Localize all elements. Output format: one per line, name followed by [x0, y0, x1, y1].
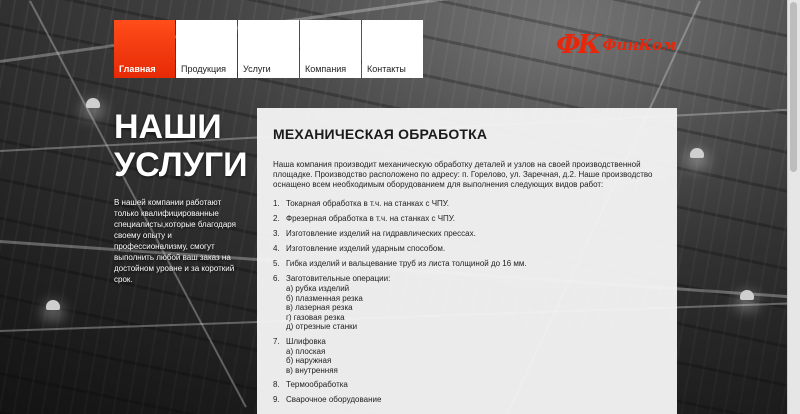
service-item: 2. Фрезерная обработка в т.ч. на станках …: [273, 214, 661, 224]
service-sublist: а) рубка изделий б) плазменная резка в) ла…: [286, 284, 390, 332]
service-number: 4.: [273, 244, 280, 253]
nav-item-label: Контакты: [367, 64, 406, 74]
service-subitem: г) газовая резка: [286, 312, 345, 322]
logo-mark: ФК: [556, 30, 601, 60]
page-title: МЕХАНИЧЕСКАЯ ОБРАБОТКА: [273, 126, 488, 142]
hero-description: В нашей компании работают только квалифи…: [114, 198, 236, 284]
scrollbar-thumb[interactable]: [790, 2, 797, 172]
service-sublist: а) плоская б) наружная в) внутренняя: [286, 347, 338, 376]
service-body: Изготовление изделий ударным способом.: [286, 244, 445, 254]
service-body: Изготовление изделий на гидравлических п…: [286, 229, 476, 239]
nav-item-label: Услуги: [243, 64, 271, 74]
nav-item-label: Компания: [305, 64, 347, 74]
ceiling-lamp: [690, 148, 704, 158]
service-body: Токарная обработка в т.ч. на станках с Ч…: [286, 199, 449, 209]
hero-title: НАШИ УСЛУГИ: [114, 108, 248, 184]
service-subitem: в) внутренняя: [286, 365, 338, 375]
service-item: 1. Токарная обработка в т.ч. на станках с…: [273, 199, 661, 209]
service-body: Сварочное оборудование: [286, 395, 381, 405]
service-body: Гибка изделий и вальцевание труб из лист…: [286, 259, 527, 269]
service-subitem: д) отрезные станки: [286, 322, 358, 331]
logo-name: ФинКом: [602, 36, 677, 54]
service-subitem: б) плазменная резка: [286, 293, 363, 303]
service-subitem: а) рубка изделий: [286, 284, 350, 293]
service-number: 8.: [273, 380, 280, 389]
service-text: Изготовление изделий ударным способом.: [286, 244, 446, 253]
service-text: Шлифовка: [286, 336, 326, 346]
nav-item-contacts[interactable]: Контакты: [362, 20, 423, 78]
nav-item-label: Главная: [119, 64, 156, 74]
service-text: Термообработка: [286, 380, 348, 389]
service-text: Сварочное оборудование: [286, 395, 382, 404]
nav-item-products[interactable]: Продукция: [176, 20, 237, 78]
service-number: 1.: [273, 199, 280, 208]
nav-item-label: Продукция: [181, 64, 227, 74]
service-text: Фрезерная обработка в т.ч. на станках с …: [286, 214, 456, 223]
site-logo[interactable]: ФК ФинКом: [556, 30, 676, 60]
service-item: 8. Термообработка: [273, 380, 661, 390]
service-number: 7.: [273, 336, 280, 346]
service-item: 6. Заготовительные операции: а) рубка изде…: [273, 274, 661, 332]
service-item: 9. Сварочное оборудование: [273, 395, 661, 405]
intro-text: Наша компания производит механическую об…: [273, 160, 653, 189]
service-body: Заготовительные операции: а) рубка издели…: [286, 274, 390, 332]
service-item: 3. Изготовление изделий на гидравлических…: [273, 229, 661, 239]
service-item: 7. Шлифовка а) плоская б) наружная в) внутре…: [273, 337, 661, 376]
service-item: 5. Гибка изделий и вальцевание труб из ли…: [273, 259, 661, 269]
service-subitem: а) плоская: [286, 346, 326, 356]
service-text: Гибка изделий и вальцевание труб из лист…: [286, 259, 527, 268]
hero-title-line: УСЛУГИ: [114, 146, 248, 184]
service-number: 9.: [273, 395, 280, 404]
ceiling-lamp: [46, 300, 60, 310]
nav-item-home[interactable]: Главная: [114, 20, 175, 78]
ceiling-lamp: [86, 98, 100, 108]
service-text: Изготовление изделий на гидравлических п…: [286, 229, 476, 238]
scrollbar[interactable]: [787, 0, 800, 414]
service-body: Термообработка: [286, 380, 348, 390]
service-number: 5.: [273, 259, 280, 268]
content-panel: МЕХАНИЧЕСКАЯ ОБРАБОТКА Наша компания про…: [257, 108, 677, 414]
service-subitem: в) лазерная резка: [286, 303, 353, 312]
services-list: 1. Токарная обработка в т.ч. на станках с…: [273, 199, 661, 405]
service-text: Заготовительные операции:: [286, 274, 391, 283]
main-nav: Главная Продукция Услуги Компания Контак…: [114, 20, 424, 78]
service-item: 4. Изготовление изделий ударным способом.: [273, 244, 661, 254]
service-number: 2.: [273, 214, 280, 223]
service-number: 6.: [273, 274, 280, 283]
nav-item-services[interactable]: Услуги: [238, 20, 299, 78]
service-subitem: б) наружная: [286, 356, 332, 365]
service-body: Фрезерная обработка в т.ч. на станках с …: [286, 214, 455, 224]
hero-title-line: НАШИ: [114, 108, 222, 146]
ceiling-lamp: [740, 290, 754, 300]
service-text: Токарная обработка в т.ч. на станках с Ч…: [286, 199, 450, 208]
service-body: Шлифовка а) плоская б) наружная в) внутренн…: [286, 337, 338, 376]
service-number: 3.: [273, 229, 280, 238]
nav-item-company[interactable]: Компания: [300, 20, 361, 78]
